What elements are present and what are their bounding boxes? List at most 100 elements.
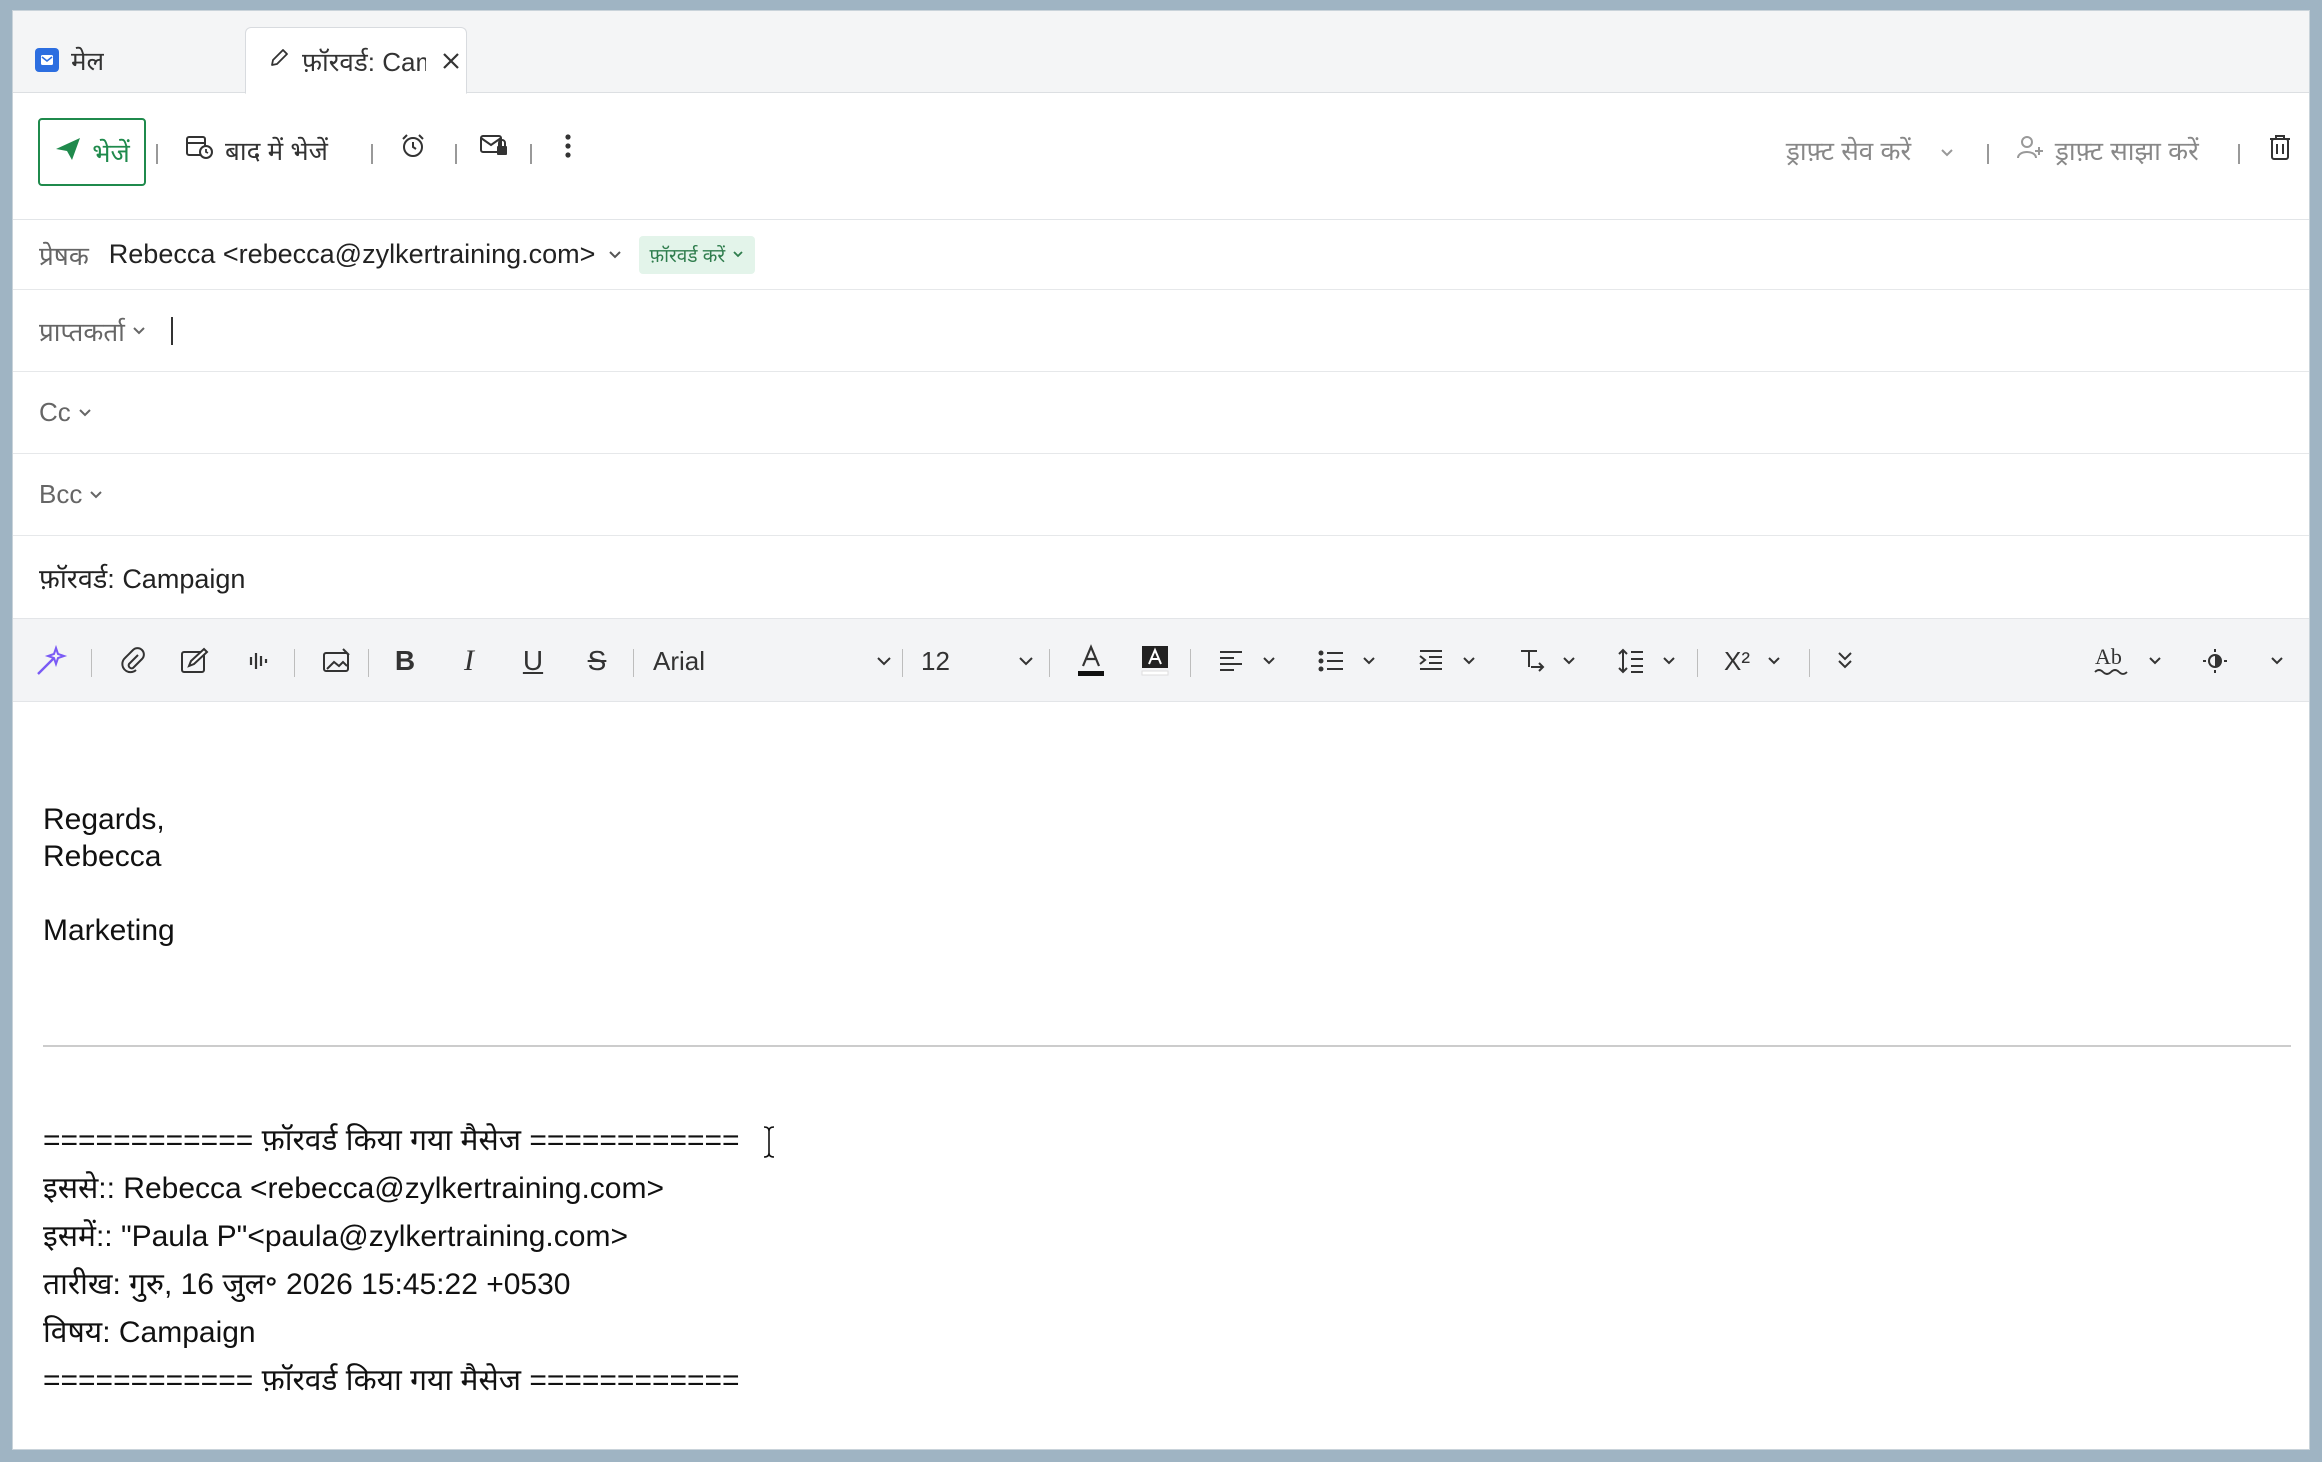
more-vertical-icon: [563, 132, 573, 167]
to-input-cursor[interactable]: [170, 316, 173, 345]
subject-row: फ़ॉरवर्ड: Campaign: [13, 536, 2309, 618]
chevron-down-icon: [1563, 657, 1575, 665]
mail-icon: [35, 48, 59, 72]
tab-forward-label: फ़ॉरवर्ड: Campaign: [302, 46, 426, 77]
save-draft-button[interactable]: ड्राफ़्ट सेव करें: [1786, 132, 1955, 168]
superscript-icon: X²: [1724, 645, 1750, 676]
font-family-value: Arial: [653, 645, 706, 676]
attachment-icon[interactable]: [113, 619, 153, 703]
more-options-button[interactable]: [563, 132, 573, 167]
share-draft-button[interactable]: ड्राफ़्ट साझा करें: [2015, 132, 2199, 168]
chevron-down-icon[interactable]: [607, 249, 623, 261]
secure-mail-button[interactable]: [479, 132, 509, 165]
clock-calendar-icon: [185, 133, 215, 168]
share-draft-label: ड्राफ़्ट साझा करें: [2055, 136, 2199, 166]
tab-forward-compose[interactable]: फ़ॉरवर्ड: Campaign: [245, 27, 467, 94]
forward-badge-label: फ़ॉरवर्ड करें: [649, 245, 726, 267]
compose-toolbar: भेजें बाद में भेजें ड्राफ़्ट सेव करें ड्…: [13, 94, 2309, 220]
line-spacing-dropdown[interactable]: [1607, 619, 1687, 703]
editor-toolbar: B I U S Arial 12 X² Ab: [13, 618, 2309, 702]
divider: [633, 649, 634, 677]
chevron-down-icon: [1363, 657, 1375, 665]
signature-icon[interactable]: [175, 619, 215, 703]
line-spacing-icon: [1618, 648, 1643, 674]
text-color-icon[interactable]: [1071, 619, 1111, 703]
chevron-down-icon: [1663, 657, 1675, 665]
bcc-label: Bcc: [39, 479, 83, 509]
more-formatting-icon[interactable]: [1825, 619, 1865, 703]
svg-text:Ab: Ab: [2095, 644, 2122, 669]
save-draft-label: ड्राफ़्ट सेव करें: [1786, 136, 1912, 166]
chevron-down-icon[interactable]: [1939, 135, 1955, 166]
divider: [455, 144, 457, 164]
cc-row: Cc: [13, 372, 2309, 454]
font-size-select[interactable]: 12: [921, 619, 1035, 703]
forwarded-footer-line: ============ फ़ॉरवर्ड किया गया मैसेज ===…: [43, 1364, 740, 1397]
message-body[interactable]: Regards, Rebecca Marketing: [43, 801, 175, 949]
send-button[interactable]: भेजें: [38, 118, 146, 186]
divider: [530, 144, 532, 164]
theme-dropdown[interactable]: [2193, 619, 2293, 703]
brightness-icon: [2203, 649, 2227, 673]
chevron-down-icon: [133, 326, 145, 334]
to-label-dropdown[interactable]: प्राप्तकर्ता: [39, 313, 147, 349]
bcc-label-dropdown[interactable]: Bcc: [39, 479, 104, 510]
text-cursor-icon: [761, 1125, 777, 1164]
underline-icon[interactable]: U: [513, 619, 553, 703]
strikethrough-icon[interactable]: S: [577, 619, 617, 703]
divider: [1809, 649, 1810, 677]
chevron-down-icon: [2271, 657, 2283, 665]
clear-format-dropdown[interactable]: [1507, 619, 1587, 703]
body-line-name: Rebecca: [43, 840, 162, 873]
bold-icon[interactable]: B: [385, 619, 425, 703]
tab-bar: मेल फ़ॉरवर्ड: Campaign: [13, 11, 2309, 94]
to-row: प्राप्तकर्ता: [13, 290, 2309, 372]
cc-label-dropdown[interactable]: Cc: [39, 397, 93, 428]
italic-icon[interactable]: I: [449, 619, 489, 703]
divider: [371, 144, 373, 164]
spellcheck-dropdown[interactable]: Ab: [2083, 619, 2173, 703]
forwarded-subject: विषय: Campaign: [43, 1316, 256, 1349]
to-label: प्राप्तकर्ता: [39, 316, 125, 347]
forwarded-header-line: ============ फ़ॉरवर्ड किया गया मैसेज ===…: [43, 1124, 740, 1157]
from-select[interactable]: Rebecca <rebecca@zylkertraining.com>: [109, 239, 596, 270]
font-family-select[interactable]: Arial: [653, 619, 893, 703]
chevron-down-icon: [90, 490, 103, 498]
divider: [1987, 144, 1989, 164]
alarm-clock-icon: [399, 132, 427, 167]
chevron-down-icon: [877, 657, 891, 666]
send-later-button[interactable]: बाद में भेजें: [185, 132, 328, 168]
send-label: भेजें: [92, 138, 130, 168]
from-label: प्रेषक: [39, 240, 89, 271]
pencil-icon: [268, 45, 290, 76]
subject-input[interactable]: फ़ॉरवर्ड: Campaign: [39, 559, 245, 596]
forward-type-badge[interactable]: फ़ॉरवर्ड करें: [639, 235, 756, 274]
chevron-down-icon: [2149, 657, 2161, 665]
superscript-dropdown[interactable]: X²: [1713, 619, 1793, 703]
body-line-regards: Regards,: [43, 803, 165, 836]
body-divider: [43, 1045, 2291, 1047]
audio-waveform-icon[interactable]: [239, 619, 279, 703]
align-left-icon: [1220, 651, 1242, 671]
chevron-down-icon: [1263, 657, 1275, 665]
body-blank-line: [43, 875, 175, 912]
indent-dropdown[interactable]: [1407, 619, 1487, 703]
tab-mail[interactable]: मेल: [13, 27, 231, 93]
delete-draft-button[interactable]: [2267, 132, 2293, 169]
body-line-department: Marketing: [43, 914, 175, 947]
align-dropdown[interactable]: [1207, 619, 1287, 703]
bullet-list-icon: [1318, 650, 1343, 672]
list-dropdown[interactable]: [1307, 619, 1387, 703]
forwarded-date: तारीख: गुरु, 16 जुल॰ 2026 15:45:22 +0530: [43, 1268, 571, 1301]
envelope-lock-icon: [479, 132, 509, 165]
send-icon: [54, 136, 82, 169]
cc-label: Cc: [39, 397, 71, 427]
insert-image-icon[interactable]: [315, 619, 359, 703]
highlight-color-icon[interactable]: [1135, 619, 1175, 703]
compose-window: मेल फ़ॉरवर्ड: Campaign भेजें बाद में भेज…: [12, 10, 2310, 1450]
font-size-value: 12: [921, 645, 950, 676]
chevron-down-icon: [1768, 657, 1780, 665]
close-icon[interactable]: [440, 50, 462, 72]
ai-sparkle-icon[interactable]: [29, 619, 73, 703]
reminder-button[interactable]: [399, 132, 427, 167]
